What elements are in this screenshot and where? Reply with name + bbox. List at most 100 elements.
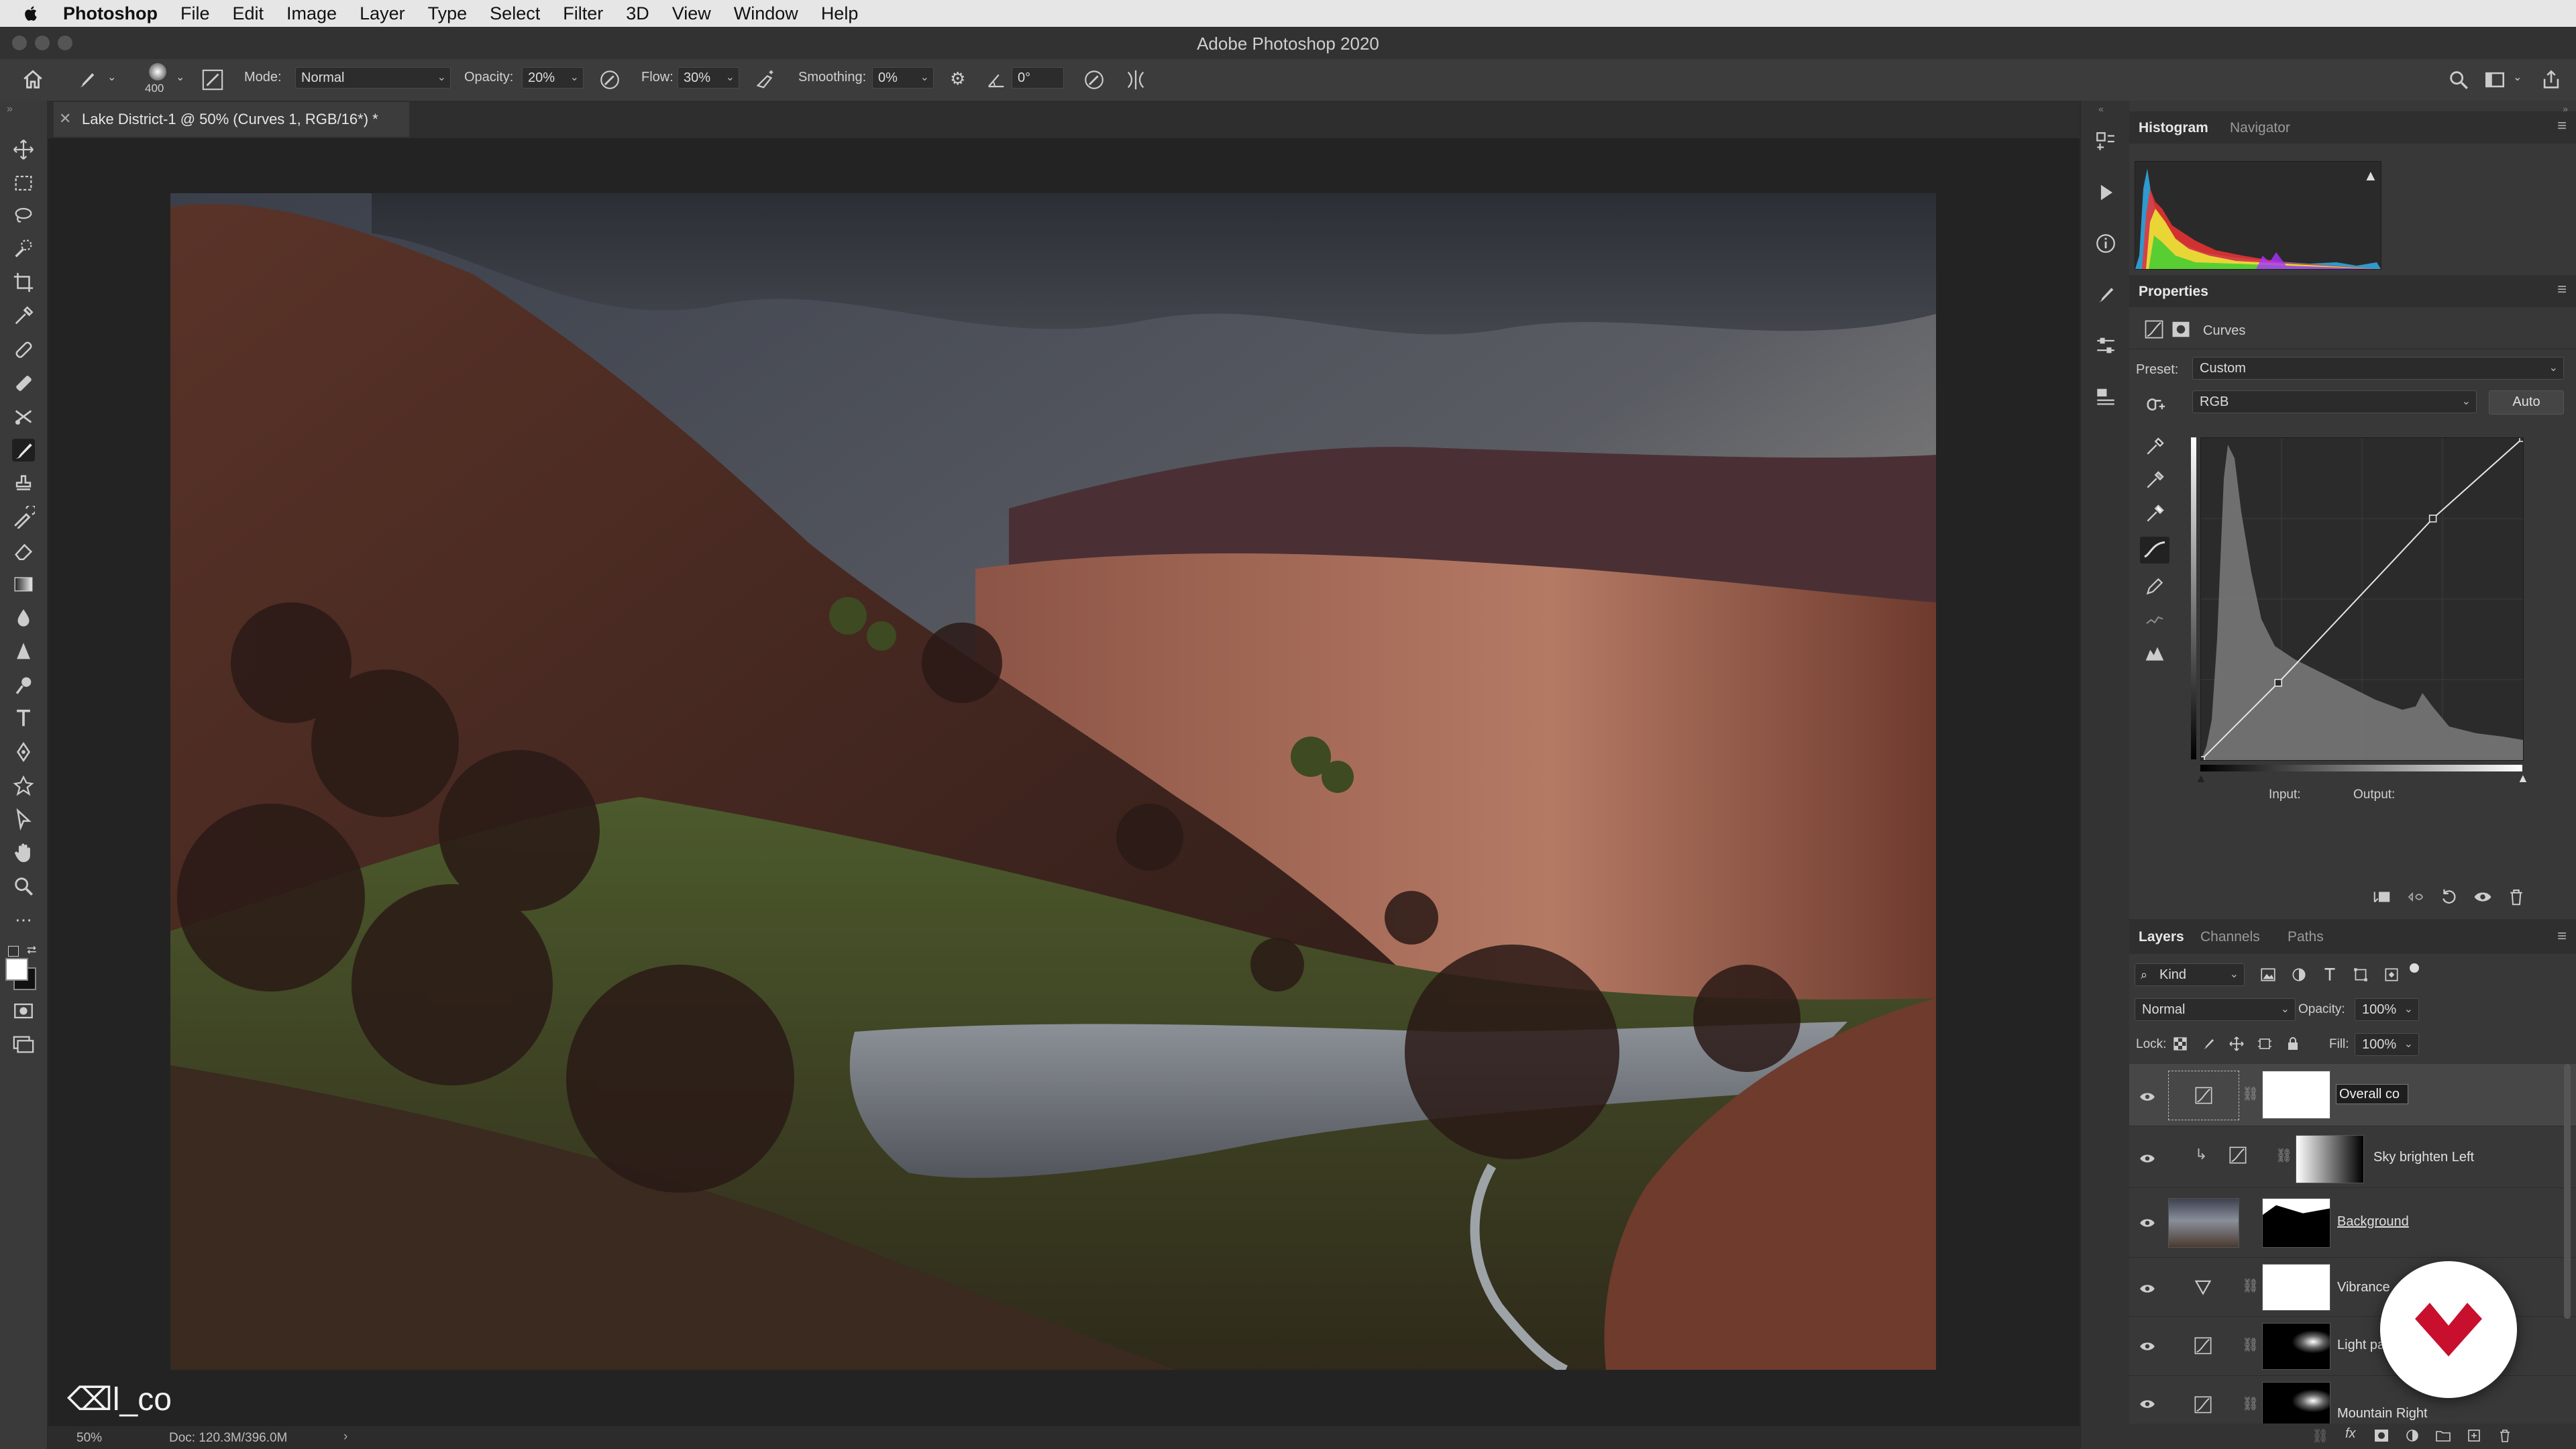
black-point-eyedropper-icon[interactable] bbox=[2144, 436, 2165, 458]
layer-mask-thumbnail[interactable] bbox=[2296, 1135, 2364, 1183]
adjustment-thumbnail[interactable] bbox=[2168, 1071, 2239, 1120]
visibility-eye-icon[interactable] bbox=[2139, 1280, 2156, 1297]
layer-row[interactable]: ↳ ⛓ Sky brighten Left bbox=[2129, 1126, 2576, 1188]
symmetry-icon[interactable] bbox=[1124, 68, 1147, 91]
curves-graph[interactable] bbox=[2197, 434, 2527, 764]
opacity-field[interactable]: 20% ⌄ bbox=[522, 67, 584, 89]
clone-stamp-tool-icon[interactable] bbox=[12, 472, 35, 495]
trash-icon[interactable] bbox=[2497, 1428, 2513, 1444]
filter-pixel-layers-icon[interactable] bbox=[2259, 966, 2277, 983]
swap-colors-icon[interactable]: ⮂ bbox=[27, 943, 36, 957]
path-selection-tool-icon[interactable] bbox=[12, 808, 35, 830]
blur-tool-icon[interactable] bbox=[12, 606, 35, 629]
eraser-tool-icon[interactable] bbox=[12, 539, 35, 562]
minimize-window-button[interactable] bbox=[35, 36, 50, 50]
layer-style-icon[interactable]: fx bbox=[2345, 1426, 2356, 1442]
lock-position-icon[interactable] bbox=[2229, 1036, 2245, 1052]
marquee-tool-icon[interactable] bbox=[12, 172, 35, 195]
menu-filter[interactable]: Filter bbox=[563, 3, 603, 24]
brush-settings-panel-icon[interactable] bbox=[2094, 283, 2117, 306]
black-slider-icon[interactable]: ▲ bbox=[2195, 771, 2207, 786]
apple-icon[interactable] bbox=[23, 5, 40, 22]
gear-icon[interactable]: ⚙ bbox=[950, 70, 965, 87]
new-layer-icon[interactable] bbox=[2466, 1428, 2482, 1444]
type-tool-icon[interactable] bbox=[12, 707, 35, 730]
gray-point-eyedropper-icon[interactable] bbox=[2144, 470, 2165, 491]
close-tab-icon[interactable]: ✕ bbox=[59, 110, 71, 127]
hand-tool-icon[interactable] bbox=[12, 841, 35, 864]
auto-button[interactable]: Auto bbox=[2489, 390, 2564, 415]
filter-shape-layers-icon[interactable] bbox=[2352, 966, 2369, 983]
collapse-icon[interactable]: « bbox=[2098, 103, 2104, 114]
pressure-opacity-icon[interactable] bbox=[598, 68, 621, 91]
layer-mask-thumbnail[interactable] bbox=[2262, 1264, 2330, 1311]
freeform-pen-tool-icon[interactable] bbox=[12, 741, 35, 763]
zoom-level[interactable]: 50% bbox=[76, 1431, 102, 1446]
layer-mask-icon[interactable] bbox=[2171, 319, 2191, 339]
layer-filter-dropdown[interactable]: ⌕ Kind ⌄ bbox=[2135, 963, 2245, 986]
mode-dropdown[interactable]: Normal ⌄ bbox=[295, 67, 451, 89]
fill-field[interactable]: 100% ⌄ bbox=[2355, 1033, 2419, 1056]
menu-app-photoshop[interactable]: Photoshop bbox=[63, 3, 158, 24]
search-icon[interactable] bbox=[2447, 68, 2470, 91]
layer-mask-thumbnail[interactable] bbox=[2262, 1323, 2330, 1370]
brush-settings-icon[interactable] bbox=[201, 68, 224, 91]
custom-shape-tool-icon[interactable] bbox=[12, 774, 35, 797]
menu-window[interactable]: Window bbox=[734, 3, 798, 24]
warning-icon[interactable]: ▲ bbox=[2363, 167, 2378, 184]
new-group-icon[interactable] bbox=[2435, 1428, 2451, 1444]
layer-mask-thumbnail[interactable] bbox=[2262, 1382, 2330, 1424]
airbrush-icon[interactable] bbox=[754, 68, 777, 91]
preset-dropdown[interactable]: Custom ⌄ bbox=[2192, 357, 2564, 380]
panel-menu-icon[interactable]: ≡ bbox=[2557, 927, 2567, 946]
flow-field[interactable]: 30% ⌄ bbox=[678, 67, 739, 89]
layer-name-edit-field[interactable]: Overall co bbox=[2336, 1084, 2408, 1104]
share-icon[interactable] bbox=[2540, 68, 2563, 91]
chevron-down-icon[interactable]: ⌄ bbox=[176, 72, 184, 83]
link-icon[interactable]: ⛓ bbox=[2242, 1277, 2259, 1294]
filter-adjustment-layers-icon[interactable] bbox=[2290, 966, 2308, 983]
curve-control-point[interactable] bbox=[2197, 756, 2205, 764]
layer-name[interactable]: Sky brighten Left bbox=[2373, 1150, 2474, 1165]
filter-type-layers-icon[interactable] bbox=[2321, 966, 2339, 983]
link-layers-icon[interactable]: ⛓ bbox=[2312, 1428, 2328, 1444]
smoothing-field[interactable]: 0% ⌄ bbox=[872, 67, 934, 89]
tab-layers[interactable]: Layers bbox=[2139, 929, 2184, 945]
layer-name[interactable]: Light pa bbox=[2337, 1338, 2385, 1353]
layer-opacity-field[interactable]: 100% ⌄ bbox=[2355, 998, 2419, 1021]
history-panel-icon[interactable] bbox=[2094, 130, 2117, 153]
curve-control-point[interactable] bbox=[2274, 679, 2282, 687]
menu-type[interactable]: Type bbox=[428, 3, 468, 24]
curve-control-point[interactable] bbox=[2519, 434, 2527, 442]
chevron-down-icon[interactable]: ⌄ bbox=[2513, 72, 2522, 83]
history-brush-tool-icon[interactable] bbox=[12, 506, 35, 529]
targeted-adjustment-icon[interactable] bbox=[2144, 393, 2167, 416]
foreground-color-swatch[interactable] bbox=[5, 958, 28, 981]
link-icon[interactable]: ⛓ bbox=[2242, 1336, 2259, 1353]
menu-file[interactable]: File bbox=[180, 3, 210, 24]
chevron-down-icon[interactable]: ⌄ bbox=[107, 72, 116, 83]
lock-image-pixels-icon[interactable] bbox=[2200, 1036, 2216, 1052]
zoom-tool-icon[interactable] bbox=[12, 875, 35, 898]
tab-histogram[interactable]: Histogram bbox=[2139, 120, 2208, 136]
reset-icon[interactable] bbox=[2439, 887, 2459, 907]
layers-scrollbar[interactable] bbox=[2564, 1064, 2571, 1319]
healing-brush-tool-icon[interactable] bbox=[12, 338, 35, 361]
collapse-icon[interactable]: » bbox=[7, 103, 13, 115]
lasso-tool-icon[interactable] bbox=[12, 204, 35, 227]
gradient-tool-icon[interactable] bbox=[12, 573, 35, 596]
patch-tool-icon[interactable] bbox=[12, 372, 35, 394]
dodge-tool-icon[interactable] bbox=[12, 640, 35, 663]
menu-help[interactable]: Help bbox=[821, 3, 859, 24]
tab-channels[interactable]: Channels bbox=[2200, 929, 2260, 945]
pencil-curve-icon[interactable] bbox=[2144, 576, 2165, 597]
eyedropper-tool-icon[interactable] bbox=[12, 305, 35, 327]
link-icon[interactable]: ⛓ bbox=[2242, 1395, 2259, 1412]
document-size[interactable]: Doc: 120.3M/396.0M bbox=[169, 1431, 287, 1446]
pressure-size-icon[interactable] bbox=[1083, 68, 1106, 91]
home-icon[interactable] bbox=[21, 68, 44, 91]
link-icon[interactable]: ⛓ bbox=[2275, 1147, 2292, 1164]
blend-mode-dropdown[interactable]: Normal ⌄ bbox=[2135, 998, 2296, 1021]
visibility-eye-icon[interactable] bbox=[2139, 1214, 2156, 1232]
actions-play-icon[interactable] bbox=[2094, 181, 2117, 204]
